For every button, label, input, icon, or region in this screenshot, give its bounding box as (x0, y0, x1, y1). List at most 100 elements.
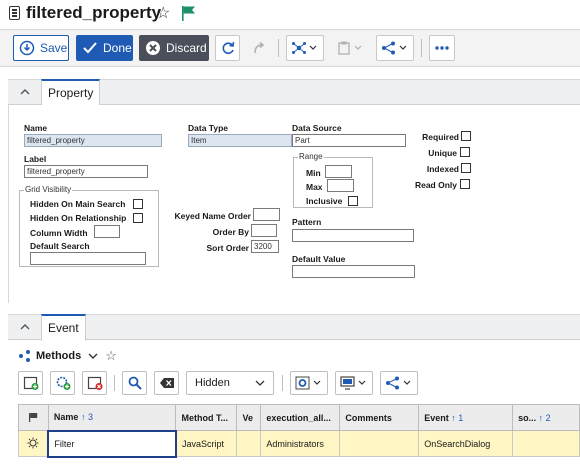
pattern-label: Pattern (292, 217, 322, 227)
required-label: Required (422, 132, 459, 142)
refresh-button[interactable] (215, 35, 240, 61)
column-header-method-type[interactable]: Method T... (175, 404, 238, 431)
range-min-field[interactable] (325, 165, 352, 178)
view-settings-button[interactable] (290, 371, 328, 395)
chevron-down-icon[interactable] (87, 351, 99, 361)
row-status-cell[interactable] (18, 430, 49, 457)
indexed-checkbox[interactable] (461, 163, 471, 173)
star-outline-icon[interactable]: ☆ (105, 348, 117, 364)
sort-order-label: Sort Order (206, 243, 249, 253)
sun-icon (27, 437, 39, 448)
chevron-up-icon[interactable] (20, 322, 30, 332)
sort-arrow-icon: ↑ (80, 412, 86, 423)
clear-search-button[interactable] (154, 371, 179, 395)
unique-checkbox[interactable] (460, 147, 470, 157)
chevron-down-icon (255, 380, 265, 386)
grid-visibility-title: Grid Visibility (24, 185, 73, 194)
clipboard-menu-button[interactable] (331, 35, 369, 61)
share-icon (382, 41, 407, 55)
version-cell[interactable] (236, 430, 262, 457)
default-search-field[interactable] (30, 252, 146, 265)
star-outline-icon[interactable]: ☆ (156, 3, 170, 23)
flag-icon[interactable] (181, 5, 196, 21)
more-actions-button[interactable] (429, 35, 455, 61)
default-value-field[interactable] (292, 265, 415, 278)
gear-add-icon (56, 376, 70, 390)
delete-row-button[interactable] (82, 371, 107, 395)
hidden-relationship-checkbox[interactable] (133, 213, 143, 223)
search-mode-select[interactable]: Hidden (186, 371, 274, 395)
execution-allowed-cell[interactable]: Administrators (260, 430, 341, 457)
comments-cell[interactable] (339, 430, 420, 457)
tab-property-label: Property (48, 86, 94, 100)
data-type-field[interactable]: Item (188, 134, 292, 147)
chevron-up-icon[interactable] (20, 87, 30, 97)
range-title: Range (298, 152, 324, 161)
column-header-sort-order[interactable]: so... ↑ 2 (512, 404, 580, 431)
column-header-name[interactable]: Name ↑ 3 (47, 404, 177, 431)
name-field[interactable]: filtered_property (24, 134, 162, 147)
tab-property[interactable]: Property (41, 79, 101, 106)
label-label: Label (24, 154, 47, 164)
column-header-execution-allowed[interactable]: execution_all... (260, 404, 341, 431)
pattern-field[interactable] (292, 229, 414, 242)
discard-button[interactable]: Discard (139, 35, 209, 61)
read-only-checkbox[interactable] (460, 179, 470, 189)
hidden-main-search-checkbox[interactable] (133, 199, 143, 209)
property-section-header: Property (8, 79, 580, 106)
order-by-label: Order By (212, 227, 249, 237)
monitor-icon (340, 376, 366, 390)
keyed-name-order-field[interactable] (253, 208, 280, 221)
required-checkbox[interactable] (461, 131, 471, 141)
sort-order-number: 2 (545, 412, 551, 423)
share-grid-button[interactable] (380, 371, 418, 395)
delete-row-icon (87, 376, 102, 390)
property-panel: Name filtered_property Label filtered_pr… (8, 105, 580, 303)
data-source-label: Data Source (292, 123, 342, 133)
column-header-event[interactable]: Event ↑ 1 (418, 404, 514, 431)
column-width-label: Column Width (30, 228, 88, 238)
hidden-relationship-label: Hidden On Relationship (30, 213, 127, 223)
range-inclusive-checkbox[interactable] (348, 196, 358, 206)
order-by-field[interactable] (251, 224, 277, 237)
label-field[interactable]: filtered_property (24, 165, 148, 178)
table-row[interactable]: Filter JavaScript Administrators OnSearc… (18, 429, 580, 458)
read-only-label: Read Only (414, 180, 457, 190)
data-type-label: Data Type (188, 123, 228, 133)
default-value-label: Default Value (292, 254, 346, 264)
column-label: Event (424, 412, 449, 423)
page-title: filtered_property (26, 3, 162, 22)
row-flag-header[interactable] (18, 404, 49, 431)
name-label: Name (24, 123, 48, 133)
structure-menu-button[interactable] (286, 35, 324, 61)
new-item-icon (23, 376, 38, 390)
sort-order-cell[interactable] (512, 430, 580, 457)
column-header-comments[interactable]: Comments (339, 404, 420, 431)
column-width-field[interactable] (94, 225, 120, 238)
methods-label[interactable]: Methods (36, 350, 81, 362)
search-button[interactable] (122, 371, 147, 395)
name-cell[interactable]: Filter (47, 429, 177, 458)
done-button[interactable]: Done (76, 35, 133, 61)
method-type-cell[interactable]: JavaScript (175, 430, 238, 457)
column-header-version[interactable]: Ve (236, 404, 262, 431)
tab-event[interactable]: Event (41, 314, 86, 341)
tab-event-label: Event (48, 321, 79, 335)
save-button[interactable]: Save (13, 35, 69, 61)
toolbar-divider (278, 39, 279, 57)
export-menu-button[interactable] (335, 371, 373, 395)
add-row-button[interactable] (50, 371, 75, 395)
view-settings-icon (295, 376, 321, 390)
grid-toolbar-divider (282, 375, 283, 391)
main-toolbar: Save Done Discard (0, 29, 580, 67)
range-max-field[interactable] (327, 179, 354, 192)
flag-icon (29, 412, 38, 422)
share-menu-button[interactable] (376, 35, 414, 61)
methods-relationship-header: Methods ☆ (18, 348, 117, 364)
sort-order-field[interactable]: 3200 (251, 240, 279, 253)
relationship-icon (19, 350, 30, 362)
new-row-button[interactable] (18, 371, 43, 395)
undo-button[interactable] (246, 35, 271, 61)
grid-visibility-group: Grid Visibility Hidden On Main Search Hi… (19, 185, 159, 267)
event-cell[interactable]: OnSearchDialog (418, 430, 514, 457)
